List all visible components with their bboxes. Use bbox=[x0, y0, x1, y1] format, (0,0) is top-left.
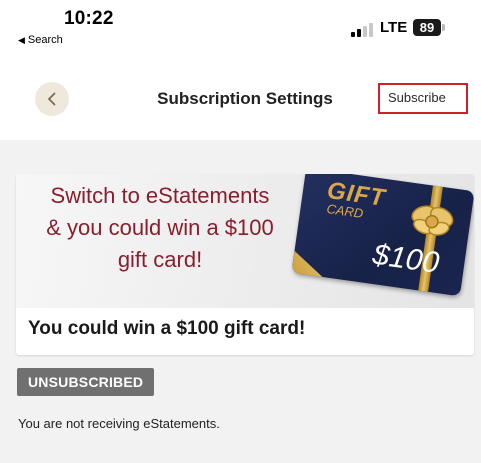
status-note: You are not receiving eStatements. bbox=[18, 416, 220, 431]
promo-line-1: Switch to eStatements bbox=[50, 183, 270, 208]
network-type: LTE bbox=[380, 19, 408, 36]
back-to-app-link[interactable]: ◀ Search bbox=[18, 34, 63, 46]
content-area: Switch to eStatements & you could win a … bbox=[0, 140, 481, 463]
back-triangle-icon: ◀ bbox=[18, 35, 25, 45]
battery-tip bbox=[442, 24, 445, 31]
promo-headline: Switch to eStatements & you could win a … bbox=[16, 180, 304, 276]
nav-bar: Subscription Settings Subscribe bbox=[0, 70, 481, 130]
battery-level: 89 bbox=[419, 20, 435, 35]
gift-bow-icon bbox=[411, 205, 454, 236]
status-time: 10:22 bbox=[64, 8, 114, 29]
subscribe-button[interactable]: Subscribe bbox=[378, 83, 468, 114]
back-app-label: Search bbox=[27, 34, 63, 46]
promo-caption: You could win a $100 gift card! bbox=[28, 318, 306, 339]
status-bar: 10:22 ◀ Search LTE 89 bbox=[0, 0, 481, 50]
cellular-signal-icon bbox=[351, 23, 373, 37]
promo-line-2: & you could win a $100 bbox=[46, 215, 274, 240]
gold-stripe bbox=[291, 239, 335, 284]
promo-card[interactable]: Switch to eStatements & you could win a … bbox=[16, 174, 474, 355]
battery-icon: 89 bbox=[413, 19, 441, 36]
promo-banner: Switch to eStatements & you could win a … bbox=[16, 174, 474, 308]
gift-card-image: GIFT CARD $100 bbox=[291, 174, 474, 297]
status-badge: UNSUBSCRIBED bbox=[17, 368, 155, 396]
promo-line-3: gift card! bbox=[117, 247, 203, 272]
